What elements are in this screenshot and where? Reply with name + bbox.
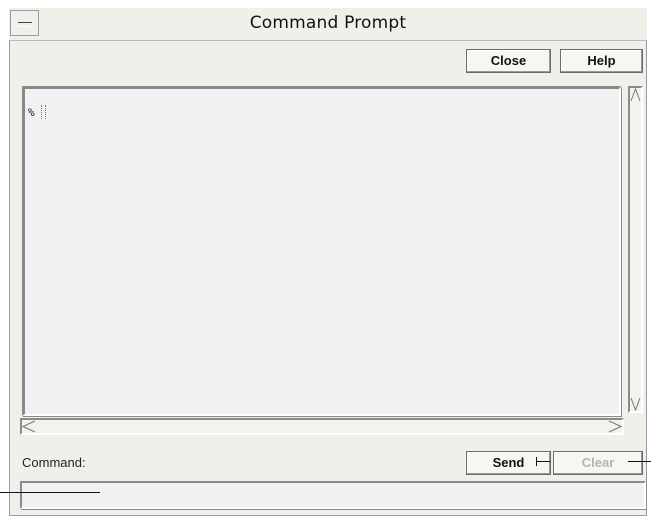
clear-button[interactable]: Clear xyxy=(553,451,643,475)
close-button[interactable]: Close xyxy=(466,49,551,73)
send-button[interactable]: Send xyxy=(466,451,551,475)
vertical-scrollbar[interactable] xyxy=(628,86,643,413)
callout-line-send-tick xyxy=(536,457,537,466)
help-button[interactable]: Help xyxy=(560,49,643,73)
horizontal-scrollbar[interactable] xyxy=(20,418,624,435)
callout-line-send xyxy=(536,461,550,462)
command-label: Command: xyxy=(22,455,86,470)
command-input[interactable] xyxy=(20,481,646,509)
callout-line-clear xyxy=(628,461,651,462)
callout-line-input xyxy=(0,492,100,493)
scroll-left-arrow-icon[interactable] xyxy=(22,420,36,433)
output-area[interactable]: % xyxy=(22,86,621,416)
scroll-down-arrow-icon[interactable] xyxy=(630,397,641,411)
title-bar: Command Prompt xyxy=(9,8,647,41)
scroll-up-arrow-icon[interactable] xyxy=(630,88,641,102)
scroll-right-arrow-icon[interactable] xyxy=(608,420,622,433)
shell-prompt: % xyxy=(28,106,35,119)
text-cursor xyxy=(41,105,46,119)
window-title: Command Prompt xyxy=(249,13,407,33)
